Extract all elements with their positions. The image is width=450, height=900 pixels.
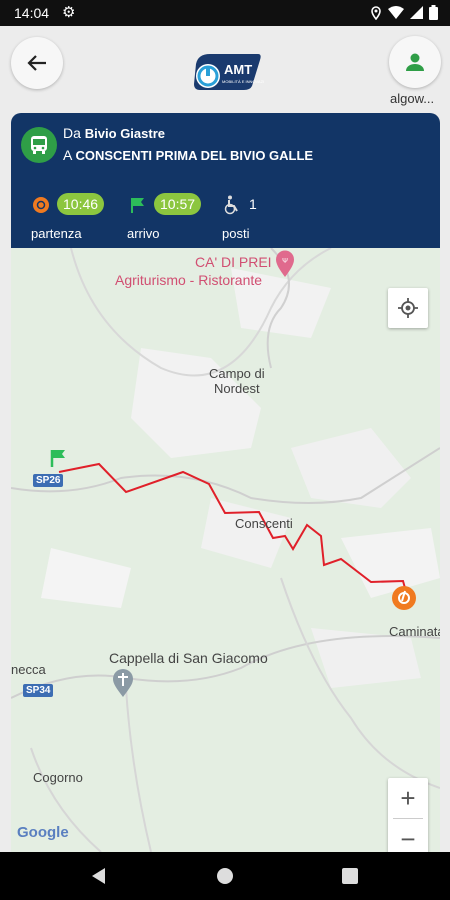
from-prefix: Da	[63, 125, 81, 141]
triangle-back-icon	[92, 868, 105, 884]
circle-home-icon	[217, 868, 233, 884]
profile-button[interactable]	[389, 36, 441, 88]
place-necca: necca	[11, 662, 46, 677]
arrow-back-icon	[27, 55, 46, 71]
amt-logo: AMT MOBILITÀ E INNOVAZIONE	[188, 46, 273, 96]
battery-icon	[429, 5, 438, 23]
place-cappella: Cappella di San Giacomo	[109, 650, 268, 666]
app-screen: AMT MOBILITÀ E INNOVAZIONE algow... Da B…	[0, 26, 450, 852]
svg-text:MOBILITÀ E INNOVAZIONE: MOBILITÀ E INNOVAZIONE	[222, 79, 264, 84]
to-stop: CONSCENTI PRIMA DEL BIVIO GALLE	[75, 148, 314, 163]
wifi-icon	[388, 6, 404, 22]
my-location-button[interactable]	[388, 288, 428, 328]
from-stop: Bivio Giastre	[84, 126, 165, 141]
wheelchair-icon	[223, 195, 241, 220]
status-icons	[370, 5, 438, 23]
trip-to: A CONSCENTI PRIMA DEL BIVIO GALLE	[63, 147, 313, 163]
trip-from: Da Bivio Giastre	[63, 125, 165, 141]
place-conscenti: Conscenti	[235, 516, 293, 531]
end-pin-icon	[391, 585, 417, 616]
route-map[interactable]: Ψ CA' DI PREI Agriturismo - Ristorante C…	[11, 248, 440, 852]
back-button[interactable]	[11, 37, 63, 89]
location-icon	[370, 5, 382, 23]
nav-back-button[interactable]	[90, 867, 108, 890]
place-cogorno: Cogorno	[33, 770, 83, 785]
square-recents-icon	[342, 868, 358, 884]
trip-card: Da Bivio Giastre A CONSCENTI PRIMA DEL B…	[11, 113, 440, 248]
status-time: 14:04	[14, 5, 50, 21]
zoom-out-button[interactable]: −	[388, 819, 428, 853]
road-sp26: SP26	[33, 474, 64, 487]
nav-recents-button[interactable]	[342, 868, 358, 889]
map-background	[11, 248, 440, 852]
road-sp34: SP34	[23, 684, 54, 697]
nav-home-button[interactable]	[216, 867, 234, 890]
departure-icon	[32, 196, 50, 219]
settings-icon: ⚙	[62, 4, 76, 21]
svg-text:Ψ: Ψ	[282, 258, 288, 265]
username-label: algow...	[390, 91, 435, 106]
departure-label: partenza	[31, 226, 82, 241]
zoom-in-button[interactable]: +	[388, 778, 428, 818]
arrival-time: 10:57	[154, 193, 202, 215]
crosshair-icon	[398, 298, 418, 318]
departure-time: 10:46	[57, 193, 105, 215]
seats-label: posti	[222, 226, 250, 241]
google-attribution: Google	[17, 824, 69, 841]
svg-text:AMT: AMT	[224, 62, 252, 77]
place-caminata: Caminata	[389, 624, 440, 639]
arrival-label: arrivo	[127, 226, 160, 241]
poi-pin-icon: Ψ	[275, 250, 295, 283]
chapel-pin-icon	[112, 668, 134, 703]
poi-name: CA' DI PREI	[195, 254, 272, 270]
status-bar: 14:04 ⚙	[0, 0, 450, 26]
android-nav-bar	[0, 852, 450, 900]
zoom-controls: + −	[388, 778, 428, 852]
place-campo: Campo di Nordest	[209, 366, 265, 396]
poi-type: Agriturismo - Ristorante	[115, 272, 263, 288]
seats-count: 1	[249, 196, 257, 212]
start-flag-icon	[49, 448, 69, 473]
flag-icon	[129, 196, 147, 219]
top-bar: AMT MOBILITÀ E INNOVAZIONE algow...	[0, 26, 450, 112]
signal-icon	[410, 6, 423, 22]
bus-icon	[21, 127, 57, 163]
to-prefix: A	[63, 147, 72, 163]
person-icon	[406, 53, 424, 71]
